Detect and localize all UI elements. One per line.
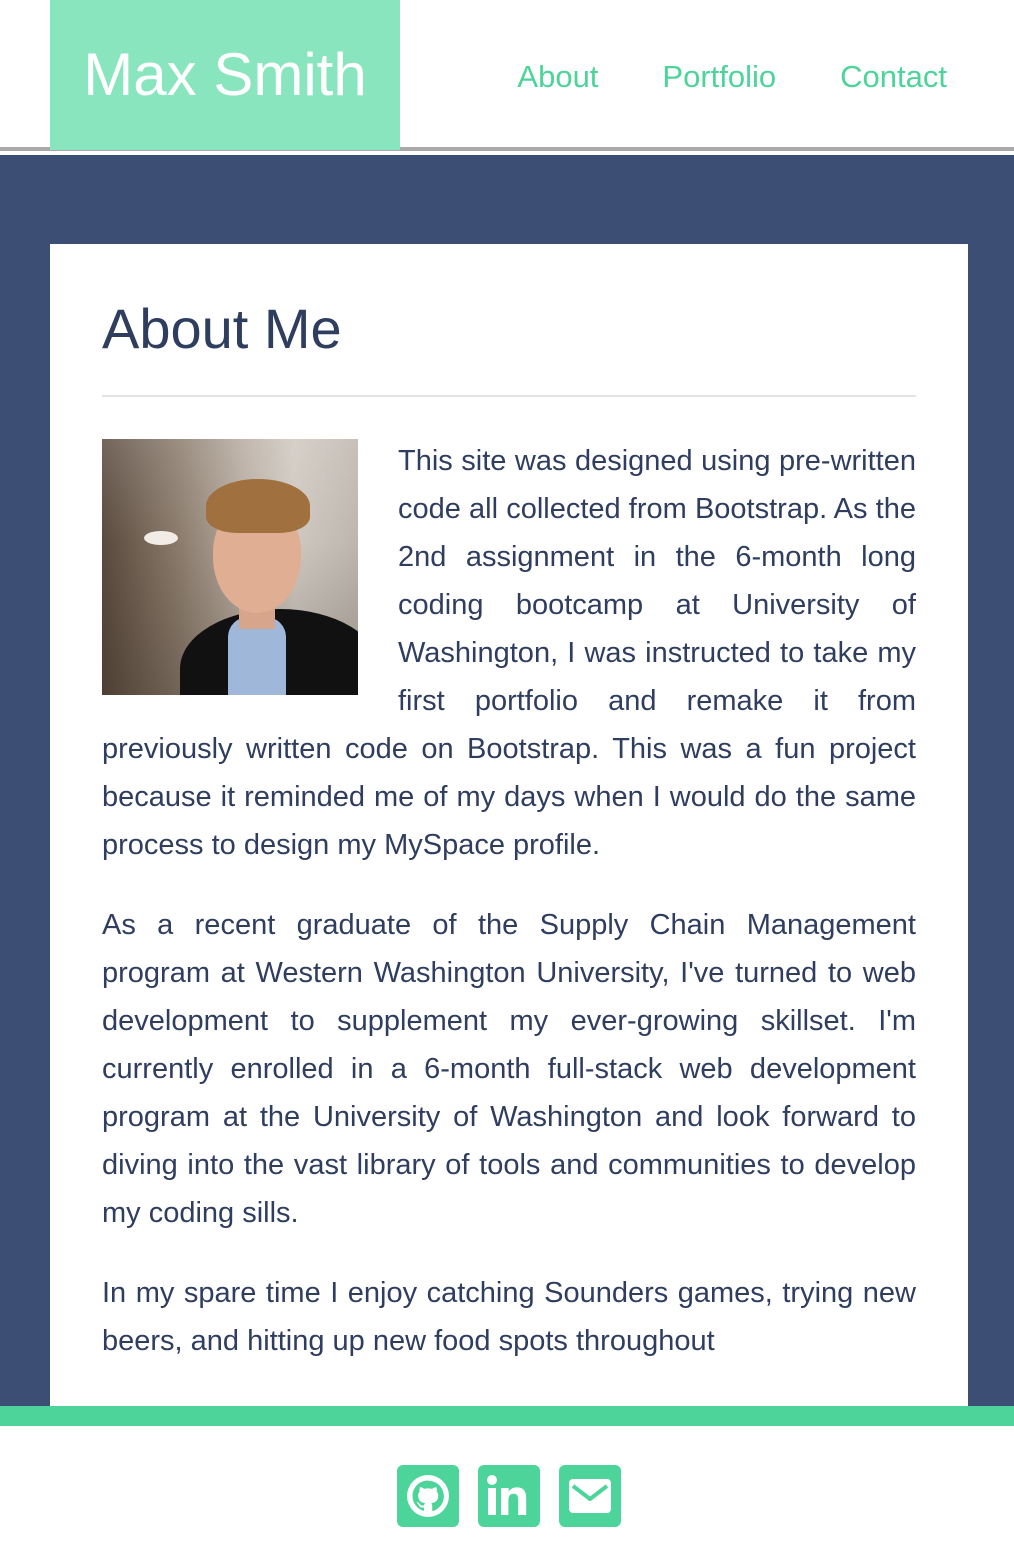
about-content: This site was designed using pre-written… (102, 437, 916, 1365)
site-header: Max Smith About Portfolio Contact (0, 0, 1014, 151)
about-card: About Me This site was designed using pr… (50, 244, 968, 1407)
profile-photo (102, 439, 358, 695)
page-title: About Me (102, 297, 342, 360)
nav-portfolio[interactable]: Portfolio (662, 59, 776, 95)
about-paragraph-3: In my spare time I enjoy catching Sounde… (102, 1277, 916, 1357)
main-band: About Me This site was designed using pr… (0, 155, 1014, 1407)
social-links (397, 1465, 621, 1527)
envelope-icon[interactable] (559, 1465, 621, 1527)
nav-contact[interactable]: Contact (840, 59, 947, 95)
linkedin-icon[interactable] (478, 1465, 540, 1527)
title-divider (102, 395, 916, 397)
site-footer (0, 1426, 1014, 1562)
about-paragraph-2: As a recent graduate of the Supply Chain… (102, 909, 916, 1229)
footer-accent-bar (0, 1406, 1014, 1426)
main-nav: About Portfolio Contact (517, 0, 947, 150)
brand-link[interactable]: Max Smith (50, 0, 400, 150)
github-icon[interactable] (397, 1465, 459, 1527)
nav-about[interactable]: About (517, 59, 598, 95)
